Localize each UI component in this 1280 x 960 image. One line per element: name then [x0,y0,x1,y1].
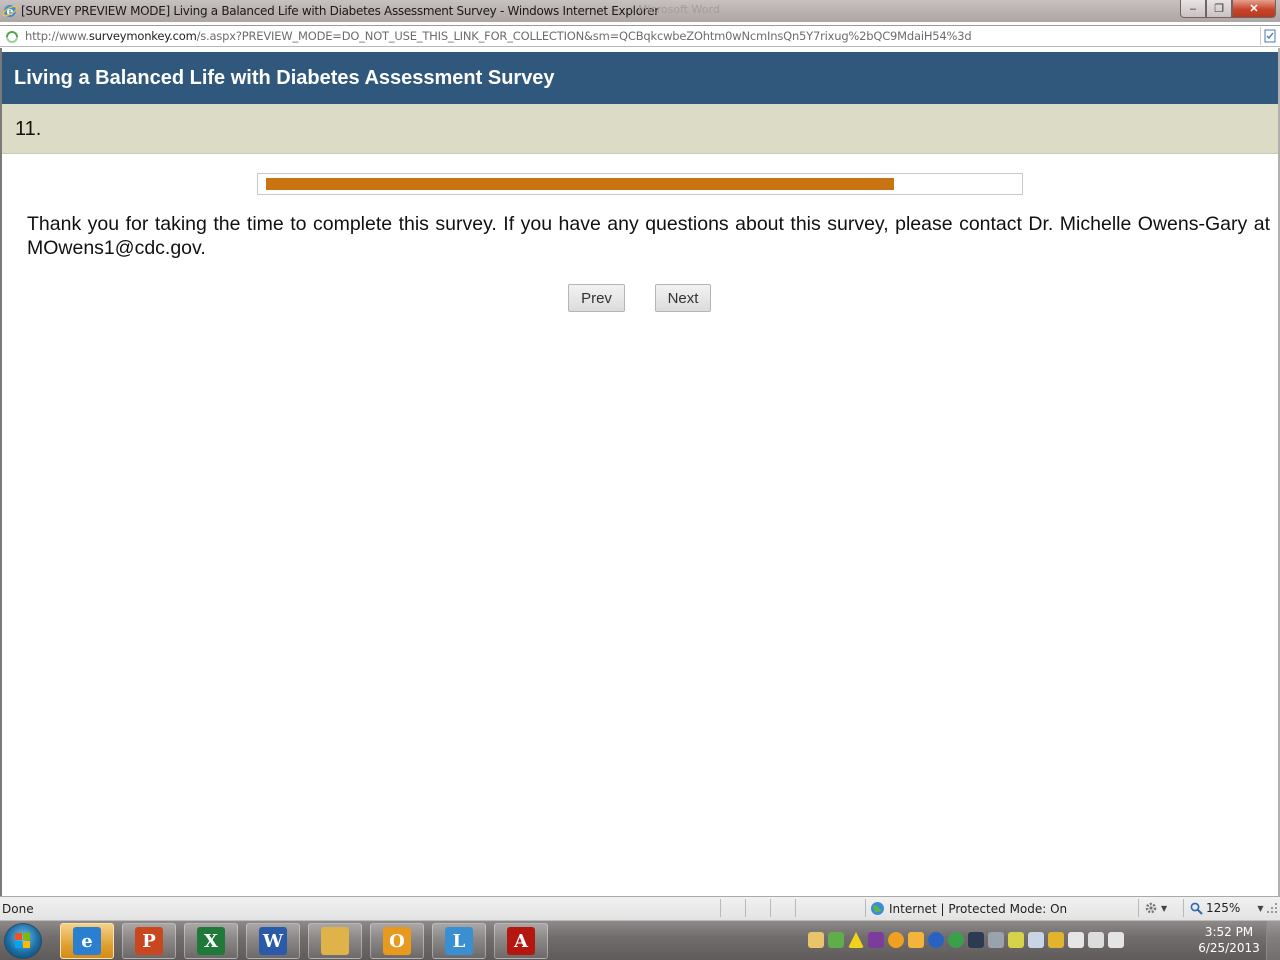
start-button[interactable] [4,923,42,959]
file-explorer-icon [321,927,349,955]
status-bar: Done Internet | Protected Mode: On ▼ 125… [0,896,1280,920]
divider [720,899,721,917]
resize-grip-icon[interactable] [1266,901,1278,915]
minimize-icon: – [1189,2,1197,15]
divider [745,899,746,917]
lync-icon: L [445,927,473,955]
taskbar-lync-button[interactable]: L [432,923,486,959]
globe-icon [871,902,884,915]
addons-button[interactable]: ▼ [1144,901,1167,915]
taskbar-file-explorer-button[interactable] [308,923,362,959]
divider [865,899,866,917]
compatibility-view-icon [1264,29,1275,43]
clock-date: 6/25/2013 [1198,941,1260,955]
gear-icon [1145,902,1157,914]
completion-message: Thank you for taking the time to complet… [27,213,1270,259]
excel-icon: X [197,927,225,955]
warning-icon[interactable] [848,932,864,948]
progress-bar [257,173,1023,195]
chevron-down-icon: ▼ [1257,903,1264,913]
lock-icon[interactable] [1048,932,1064,948]
survey-title: Living a Balanced Life with Diabetes Ass… [2,52,1278,104]
minimize-button[interactable]: – [1180,0,1206,18]
security-zone[interactable]: Internet | Protected Mode: On [870,901,1067,916]
status-text: Done [2,902,34,916]
adobe-reader-icon: A [507,927,535,955]
outlook-icon: O [383,927,411,955]
question-number: 11. [2,104,1278,154]
close-icon: ✕ [1249,3,1259,15]
compatibility-view-button[interactable] [1260,27,1278,45]
outlook-icon[interactable] [908,932,924,948]
clock-time: 3:52 PM [1204,925,1254,939]
onenote-icon[interactable] [868,932,884,948]
prev-button[interactable]: Prev [568,284,625,312]
divider [770,899,771,917]
system-tray [808,932,1124,948]
taskbar: e P X W O L A 3:52 PM 6/25/2013 [0,920,1280,960]
divider [2,153,1278,154]
address-bar[interactable]: http://www.surveymonkey.com/s.aspx?PREVI… [0,25,1280,47]
zoom-level: 125% [1206,901,1241,915]
network-icon[interactable] [1088,932,1104,948]
window-frame-left [0,48,2,896]
window-titlebar: e [SURVEY PREVIEW MODE] Living a Balance… [0,0,1280,22]
window-title: [SURVEY PREVIEW MODE] Living a Balanced … [21,4,659,18]
clock[interactable]: 3:52 PM 6/25/2013 [1198,924,1260,956]
background-window-title: Microsoft Word [638,3,720,16]
restore-icon: ❐ [1214,3,1224,15]
taskbar-word-button[interactable]: W [246,923,300,959]
divider [1138,899,1139,917]
word-icon: W [259,927,287,955]
taskbar-internet-explorer-button[interactable]: e [60,923,114,959]
taskbar-powerpoint-button[interactable]: P [122,923,176,959]
taskbar-excel-button[interactable]: X [184,923,238,959]
magnifier-icon [1190,902,1203,915]
network-tool-icon[interactable] [988,932,1004,948]
battery-icon[interactable] [1008,932,1024,948]
windows-logo-icon [15,933,30,948]
chevron-down-icon: ▼ [1161,903,1168,913]
internet-explorer-icon: e [2,5,18,18]
taskbar-outlook-button[interactable]: O [370,923,424,959]
sync-icon[interactable] [828,932,844,948]
mail-icon[interactable] [808,932,824,948]
divider [795,899,796,917]
display-icon[interactable] [1028,932,1044,948]
zoom-control[interactable]: 125% ▼ [1190,901,1263,915]
monitor-icon[interactable] [968,932,984,948]
update-icon[interactable] [888,932,904,948]
show-desktop-button[interactable] [1266,921,1280,960]
next-button[interactable]: Next [655,284,711,312]
security-zone-label: Internet | Protected Mode: On [889,901,1068,916]
divider [1183,899,1184,917]
volume-icon[interactable] [1108,932,1124,948]
bluetooth-icon[interactable] [928,932,944,948]
url-text: http://www.surveymonkey.com/s.aspx?PREVI… [25,29,972,43]
powerpoint-icon: P [135,927,163,955]
refresh-icon[interactable] [948,932,964,948]
internet-explorer-icon: e [73,927,101,955]
device-icon[interactable] [1068,932,1084,948]
taskbar-adobe-reader-button[interactable]: A [494,923,548,959]
page-loading-icon [6,31,18,43]
restore-button[interactable]: ❐ [1206,0,1232,18]
progress-bar-fill [266,178,894,190]
close-button[interactable]: ✕ [1232,0,1276,18]
